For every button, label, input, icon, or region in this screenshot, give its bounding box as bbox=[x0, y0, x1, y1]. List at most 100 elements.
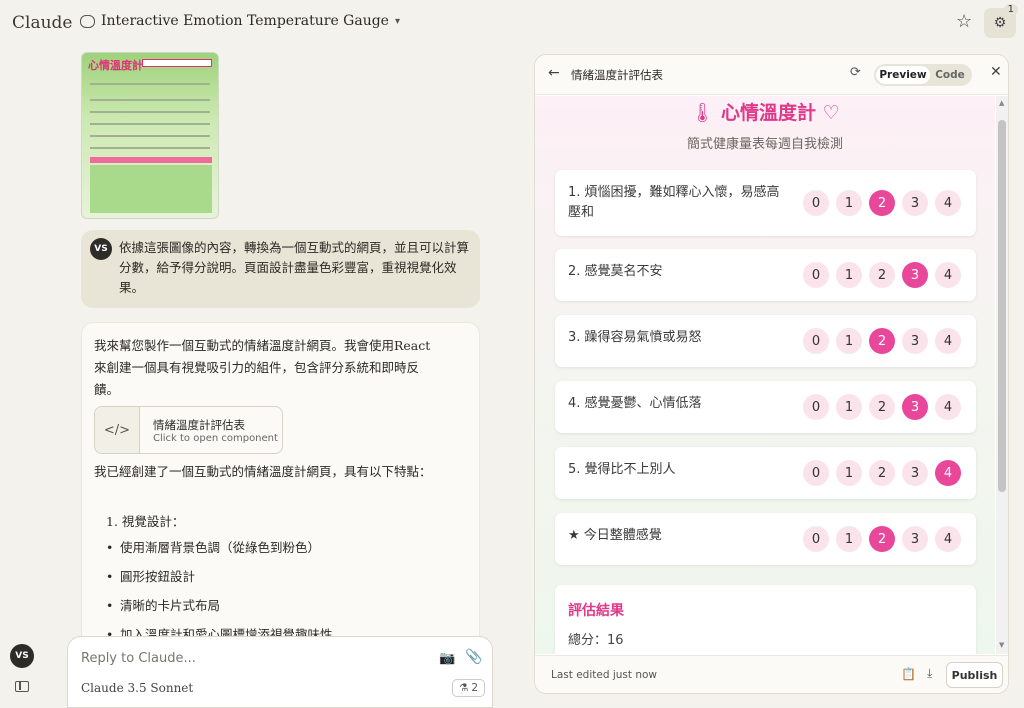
score-option[interactable]: 4 bbox=[935, 190, 961, 216]
close-icon[interactable]: ✕ bbox=[990, 64, 1002, 80]
score-option[interactable]: 2 bbox=[869, 394, 895, 420]
project-files-button[interactable]: ⚗ 2 bbox=[452, 679, 486, 697]
question-text: 2. 感覺莫名不安 bbox=[568, 264, 663, 279]
artifact-panel: ← 情緒溫度計評估表 ⟳ Preview Code ✕ 🌡 心情溫度計 ♡ 簡式… bbox=[534, 54, 1009, 694]
artifact-preview: 🌡 心情溫度計 ♡ 簡式健康量表每週自我檢測 1. 煩惱困擾，難如釋心入懷，易感… bbox=[535, 96, 995, 654]
scrollbar-thumb[interactable] bbox=[998, 120, 1006, 492]
score-option[interactable]: 4 bbox=[935, 328, 961, 354]
assistant-intro: 我來幫您製作一個互動式的情緒溫度計網頁。我會使用React來創建一個具有視覺吸引… bbox=[94, 338, 431, 397]
conversation-title-menu[interactable]: Interactive Emotion Temperature Gauge ▾ bbox=[80, 13, 400, 29]
artifact-panel-header: ← 情緒溫度計評估表 ⟳ Preview Code ✕ bbox=[535, 55, 1008, 95]
thumbnail-notes bbox=[90, 165, 212, 213]
score-option-selected[interactable]: 3 bbox=[902, 394, 928, 420]
score-option[interactable]: 1 bbox=[836, 190, 862, 216]
scroll-up-icon[interactable]: ▲ bbox=[999, 99, 1004, 107]
score-option[interactable]: 1 bbox=[836, 394, 862, 420]
artifact-panel-title: 情緒溫度計評估表 bbox=[571, 68, 663, 82]
user-message: VS 依據這張圖像的內容，轉換為一個互動式的網頁，並且可以計算分數，給予得分說明… bbox=[81, 230, 480, 308]
score-option[interactable]: 1 bbox=[836, 262, 862, 288]
score-options: 0 1 2 3 4 bbox=[803, 262, 961, 288]
question-card: 1. 煩惱困擾，難如釋心入懷，易感高壓和 0 1 2 3 4 bbox=[555, 170, 976, 236]
score-option[interactable]: 2 bbox=[869, 262, 895, 288]
refresh-icon[interactable]: ⟳ bbox=[850, 65, 861, 80]
artifact-title: 情緒溫度計評估表 bbox=[153, 418, 245, 432]
paperclip-icon[interactable]: 📎 bbox=[465, 649, 482, 665]
settings-icon: ⚙ bbox=[993, 15, 1007, 31]
thermometer-icon: 🌡 bbox=[690, 102, 715, 124]
download-icon[interactable]: ⤓ bbox=[927, 666, 932, 681]
score-option[interactable]: 0 bbox=[803, 394, 829, 420]
preview-code-toggle: Preview Code bbox=[874, 64, 972, 86]
preview-scrollbar[interactable]: ▲ ▼ bbox=[996, 96, 1008, 654]
score-options: 0 1 2 3 4 bbox=[803, 526, 961, 552]
score-option[interactable]: 0 bbox=[803, 262, 829, 288]
section-heading: 1. 視覺設計： bbox=[106, 514, 185, 529]
list-item: 清晰的卡片式布局 bbox=[106, 595, 333, 624]
question-text: ★ 今日整體感覺 bbox=[568, 528, 662, 543]
model-selector[interactable]: Claude 3.5 Sonnet bbox=[81, 681, 193, 695]
thumbnail-line bbox=[90, 111, 210, 113]
code-tab[interactable]: Code bbox=[930, 66, 970, 84]
score-option-selected[interactable]: 4 bbox=[935, 460, 961, 486]
question-text: 4. 感覺憂鬱、心情低落 bbox=[568, 396, 702, 411]
score-option[interactable]: 1 bbox=[836, 526, 862, 552]
result-card: 評估結果 總分：16 bbox=[555, 585, 976, 654]
claude-logo[interactable]: Claude bbox=[12, 13, 72, 33]
star-icon[interactable]: ☆ bbox=[956, 11, 972, 32]
score-option-selected[interactable]: 2 bbox=[869, 328, 895, 354]
app-title: 心情溫度計 bbox=[721, 102, 817, 124]
score-option[interactable]: 3 bbox=[902, 328, 928, 354]
uploaded-image-thumbnail[interactable]: 心情溫度計 bbox=[81, 52, 219, 219]
score-options: 0 1 2 3 4 bbox=[803, 190, 961, 216]
score-option[interactable]: 3 bbox=[902, 526, 928, 552]
artifact-panel-footer: Last edited just now 📋 ⤓ Publish bbox=[535, 655, 1008, 693]
thumbnail-line bbox=[90, 147, 210, 149]
user-avatar: VS bbox=[90, 238, 112, 260]
thumbnail-title: 心情溫度計 bbox=[88, 59, 143, 72]
score-option-selected[interactable]: 2 bbox=[869, 526, 895, 552]
score-option[interactable]: 3 bbox=[902, 190, 928, 216]
score-option-selected[interactable]: 3 bbox=[902, 262, 928, 288]
score-option[interactable]: 3 bbox=[902, 460, 928, 486]
score-option[interactable]: 1 bbox=[836, 328, 862, 354]
score-option-selected[interactable]: 2 bbox=[869, 190, 895, 216]
artifact-card[interactable]: </> 情緒溫度計評估表 Click to open component bbox=[94, 406, 283, 454]
score-option[interactable]: 2 bbox=[869, 460, 895, 486]
conversation-title: Interactive Emotion Temperature Gauge bbox=[101, 13, 389, 29]
question-card: 5. 覺得比不上別人 0 1 2 3 4 bbox=[555, 447, 976, 499]
code-icon: </> bbox=[95, 407, 140, 453]
preview-tab[interactable]: Preview bbox=[876, 66, 930, 84]
chevron-down-icon: ▾ bbox=[394, 15, 401, 27]
score-option[interactable]: 4 bbox=[935, 262, 961, 288]
result-title: 評估結果 bbox=[568, 603, 624, 619]
question-card: 4. 感覺憂鬱、心情低落 0 1 2 3 4 bbox=[555, 381, 976, 433]
score-option[interactable]: 0 bbox=[803, 460, 829, 486]
score-option[interactable]: 0 bbox=[803, 526, 829, 552]
clipboard-icon[interactable]: 📋 bbox=[901, 667, 916, 681]
score-option[interactable]: 0 bbox=[803, 190, 829, 216]
user-message-text: 依據這張圖像的內容，轉換為一個互動式的網頁，並且可以計算分數，給予得分說明。頁面… bbox=[119, 240, 470, 295]
publish-button[interactable]: Publish bbox=[946, 662, 1003, 688]
back-arrow-icon[interactable]: ← bbox=[548, 65, 560, 81]
heart-icon: ♡ bbox=[822, 102, 840, 124]
reply-input-placeholder[interactable]: Reply to Claude... bbox=[81, 651, 196, 666]
thumbnail-line bbox=[90, 99, 210, 101]
score-option[interactable]: 1 bbox=[836, 460, 862, 486]
sidebar-toggle-icon[interactable] bbox=[15, 681, 29, 692]
score-options: 0 1 2 3 4 bbox=[803, 394, 961, 420]
scroll-down-icon[interactable]: ▼ bbox=[999, 641, 1004, 649]
score-option[interactable]: 4 bbox=[935, 526, 961, 552]
question-card: ★ 今日整體感覺 0 1 2 3 4 bbox=[555, 513, 976, 565]
chat-icon bbox=[80, 14, 95, 28]
settings-button[interactable]: ⚙ 1 bbox=[984, 4, 1018, 38]
score-option[interactable]: 4 bbox=[935, 394, 961, 420]
question-text: 3. 躁得容易氣憤或易怒 bbox=[568, 330, 702, 345]
top-bar: Claude Interactive Emotion Temperature G… bbox=[0, 0, 1024, 46]
thumbnail-line bbox=[90, 135, 210, 137]
reply-composer[interactable]: Reply to Claude... 📷 📎 Claude 3.5 Sonnet… bbox=[67, 636, 493, 708]
question-text: 1. 煩惱困擾，難如釋心入懷，易感高壓和 bbox=[568, 185, 780, 220]
sidebar-user-avatar[interactable]: VS bbox=[10, 644, 34, 668]
camera-icon[interactable]: 📷 bbox=[439, 651, 455, 666]
question-card: 2. 感覺莫名不安 0 1 2 3 4 bbox=[555, 249, 976, 301]
score-option[interactable]: 0 bbox=[803, 328, 829, 354]
